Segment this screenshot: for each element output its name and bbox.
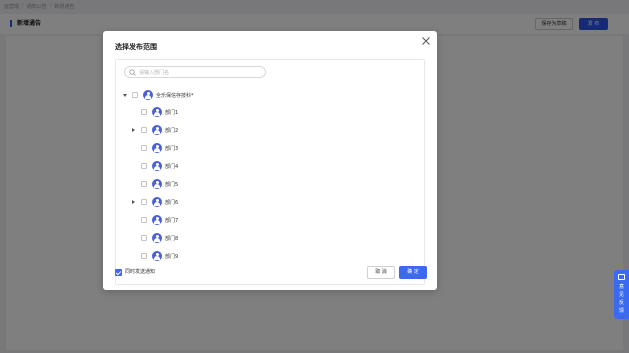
tree-node-label: 部门7 [165,217,179,224]
tree-node-department[interactable]: 部门3 [131,141,178,155]
checkbox[interactable] [141,127,147,133]
tree-node-label: 部门5 [165,181,179,188]
search-box [124,66,266,78]
select-scope-modal: 选择发布范围 全乐保信存技科* 部门1 部门2 部门3 部门4 部门5 部门6 部门7 部门8… [103,31,437,290]
tree-node-department[interactable]: 部门7 [131,213,178,227]
department-icon [152,125,162,135]
department-icon [152,233,162,243]
close-icon[interactable] [421,36,431,46]
checkbox[interactable] [132,92,138,98]
notify-checkbox[interactable] [115,269,122,276]
checkbox[interactable] [141,109,147,115]
tree-node-label: 部门1 [165,109,179,116]
tree-node-label: 部门2 [165,127,179,134]
tree-node-department[interactable]: 部门5 [131,177,178,191]
tree-node-department[interactable]: 部门6 [131,195,178,209]
department-icon [152,161,162,171]
tree-node-label: 部门9 [165,253,179,260]
checkbox[interactable] [141,199,147,205]
tree-node-root[interactable]: 全乐保信存技科* [122,88,194,102]
feedback-tab[interactable]: 意见反馈 [614,270,629,319]
checkbox[interactable] [141,145,147,151]
expand-arrow-icon[interactable] [131,199,137,205]
department-icon [152,251,162,261]
checkbox[interactable] [141,235,147,241]
modal-title: 选择发布范围 [115,43,157,51]
search-icon [129,69,136,76]
tree-node-department[interactable]: 部门4 [131,159,178,173]
checkbox[interactable] [141,163,147,169]
organization-icon [143,90,153,100]
tree-node-department[interactable]: 部门9 [131,249,178,263]
checkbox[interactable] [141,217,147,223]
department-icon [152,215,162,225]
tree-node-label: 部门8 [165,235,179,242]
department-icon [152,107,162,117]
collapse-arrow-icon[interactable] [122,92,128,98]
feedback-icon [618,274,625,280]
tree-node-department[interactable]: 部门2 [131,123,178,137]
tree-node-label: 部门4 [165,163,179,170]
department-tree-panel: 全乐保信存技科* 部门1 部门2 部门3 部门4 部门5 部门6 部门7 部门8 部门9 [115,59,425,285]
expand-arrow-icon[interactable] [131,127,137,133]
checkbox[interactable] [141,181,147,187]
tree-node-department[interactable]: 部门1 [131,105,178,119]
department-icon [152,179,162,189]
tree-node-department[interactable]: 部门8 [131,231,178,245]
department-icon [152,143,162,153]
confirm-button[interactable]: 确 定 [399,266,427,279]
cancel-button[interactable]: 取 消 [367,266,395,279]
tree-node-label: 全乐保信存技科* [156,92,194,99]
search-input[interactable] [139,68,259,77]
tree-node-label: 部门6 [165,199,179,206]
checkbox[interactable] [141,253,147,259]
feedback-label: 意见反馈 [618,284,624,314]
department-icon [152,197,162,207]
tree-node-label: 部门3 [165,145,179,152]
notify-label: 同时发送通知 [125,269,156,275]
